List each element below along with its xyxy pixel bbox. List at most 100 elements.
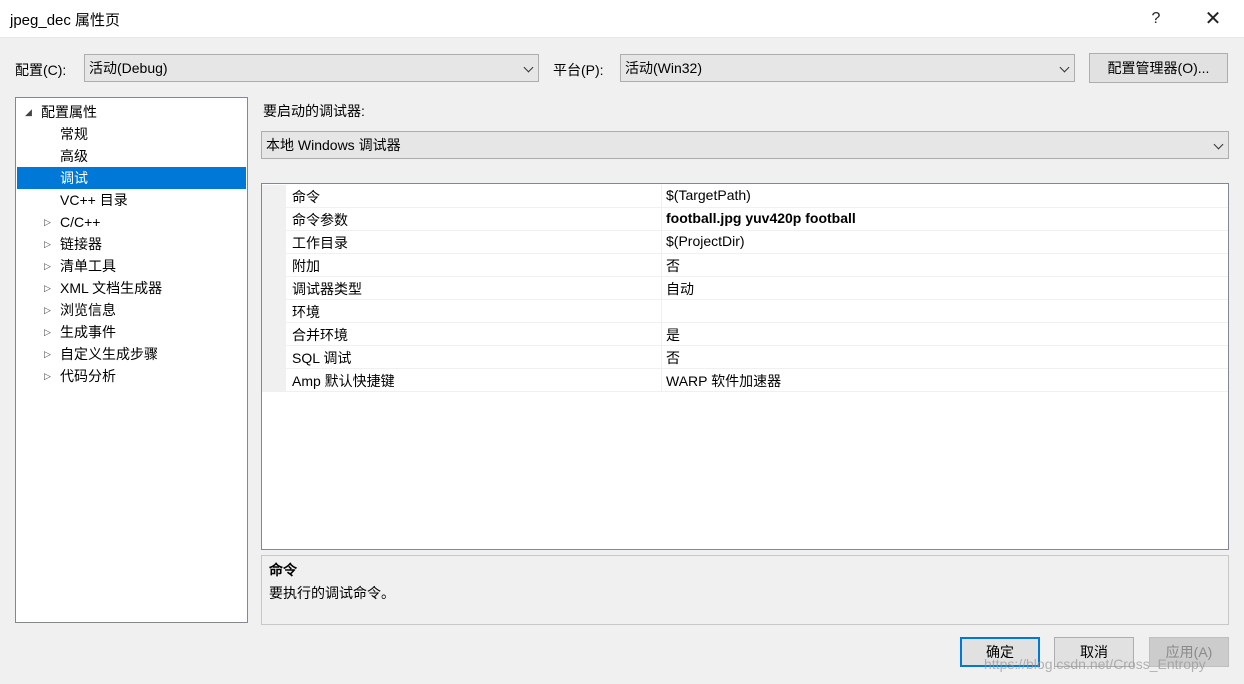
chevron-down-icon xyxy=(1213,139,1224,150)
property-name: Amp 默认快捷键 xyxy=(292,373,395,389)
debugger-select-value: 本地 Windows 调试器 xyxy=(266,137,401,153)
row-gutter xyxy=(262,254,286,277)
watermark: https://blog.csdn.net/Cross_Entropy xyxy=(984,656,1206,672)
property-name: 合并环境 xyxy=(292,327,348,343)
column-divider xyxy=(661,277,662,300)
row-gutter xyxy=(262,208,286,231)
row-gutter xyxy=(262,231,286,254)
expand-arrow-icon[interactable]: ▷ xyxy=(44,255,51,277)
expand-arrow-icon[interactable]: ▷ xyxy=(44,321,51,343)
platform-select[interactable]: 活动(Win32) xyxy=(620,54,1075,82)
property-row[interactable]: 命令参数 football.jpg yuv420p football xyxy=(262,208,1228,231)
column-divider xyxy=(661,300,662,323)
property-name: 环境 xyxy=(292,304,320,320)
help-button[interactable]: ? xyxy=(1141,6,1171,32)
property-row[interactable]: 调试器类型 自动 xyxy=(262,277,1228,300)
tree-item[interactable]: ▷ 链接器 xyxy=(17,233,246,255)
property-row[interactable]: 工作目录 $(ProjectDir) xyxy=(262,231,1228,254)
chevron-down-icon xyxy=(1059,62,1070,73)
property-grid: 命令 $(TargetPath) 命令参数 football.jpg yuv420p … xyxy=(261,183,1229,550)
tree-item[interactable]: 调试 xyxy=(17,167,246,189)
property-value[interactable]: 否 xyxy=(666,348,680,368)
property-value[interactable]: 否 xyxy=(666,256,680,276)
row-gutter xyxy=(262,369,286,392)
tree-item-label: 常规 xyxy=(60,126,88,142)
property-row[interactable]: SQL 调试 否 xyxy=(262,346,1228,369)
property-name: SQL 调试 xyxy=(292,350,352,366)
property-row[interactable]: 合并环境 是 xyxy=(262,323,1228,346)
row-gutter xyxy=(262,323,286,346)
tree-item-label: 高级 xyxy=(60,148,88,164)
config-select-value: 活动(Debug) xyxy=(89,60,168,76)
column-divider xyxy=(661,323,662,346)
config-manager-button[interactable]: 配置管理器(O)... xyxy=(1089,53,1228,83)
window-title: jpeg_dec 属性页 xyxy=(10,12,121,29)
expand-arrow-icon[interactable]: ▷ xyxy=(44,211,51,233)
description-pane: 命令 要执行的调试命令。 xyxy=(261,555,1229,625)
config-label: 配置(C): xyxy=(15,62,67,78)
property-value[interactable]: WARP 软件加速器 xyxy=(666,371,781,391)
property-value[interactable]: 是 xyxy=(666,325,680,345)
property-value[interactable]: $(ProjectDir) xyxy=(666,233,745,249)
expand-arrow-icon[interactable]: ▷ xyxy=(44,365,51,387)
expand-arrow-icon[interactable]: ▷ xyxy=(44,343,51,365)
tree-item-label: 自定义生成步骤 xyxy=(60,346,158,362)
property-name: 附加 xyxy=(292,258,320,274)
tree-item-label: 生成事件 xyxy=(60,324,116,340)
property-row[interactable]: 命令 $(TargetPath) xyxy=(262,185,1228,208)
tree-item-label: C/C++ xyxy=(60,214,101,230)
property-name: 调试器类型 xyxy=(292,281,362,297)
expand-arrow-icon[interactable]: ▷ xyxy=(44,299,51,321)
property-tree: ◢ 配置属性常规高级调试 VC++ 目录 ▷ C/C++ ▷ 链接器 ▷ 清单工具 ▷ XML 文档… xyxy=(15,97,248,623)
tree-item[interactable]: ▷ 清单工具 xyxy=(17,255,246,277)
property-name: 工作目录 xyxy=(292,235,348,251)
row-gutter xyxy=(262,346,286,369)
row-gutter xyxy=(262,300,286,323)
tree-item-label: VC++ 目录 xyxy=(60,192,128,208)
tree-item[interactable]: 高级 xyxy=(17,145,246,167)
debugger-select[interactable]: 本地 Windows 调试器 xyxy=(261,131,1229,159)
tree-item-label: 代码分析 xyxy=(60,368,116,384)
tree-item-label: 配置属性 xyxy=(41,104,97,120)
tree-item[interactable]: 常规 xyxy=(17,123,246,145)
config-select[interactable]: 活动(Debug) xyxy=(84,54,539,82)
column-divider xyxy=(661,254,662,277)
tree-item[interactable]: ▷ C/C++ xyxy=(17,211,246,233)
property-row[interactable]: 附加 否 xyxy=(262,254,1228,277)
column-divider xyxy=(661,208,662,231)
property-row[interactable]: Amp 默认快捷键 WARP 软件加速器 xyxy=(262,369,1228,392)
tree-item-label: 浏览信息 xyxy=(60,302,116,318)
property-value[interactable]: $(TargetPath) xyxy=(666,187,751,203)
tree-item[interactable]: ◢ 配置属性 xyxy=(17,101,246,123)
column-divider xyxy=(661,231,662,254)
property-name: 命令 xyxy=(292,189,320,205)
debugger-label: 要启动的调试器: xyxy=(263,103,365,119)
platform-label: 平台(P): xyxy=(553,62,604,78)
chevron-down-icon xyxy=(523,62,534,73)
property-row[interactable]: 环境 xyxy=(262,300,1228,323)
tree-item[interactable]: ▷ 代码分析 xyxy=(17,365,246,387)
description-title: 命令 xyxy=(269,562,297,578)
expand-arrow-icon[interactable]: ▷ xyxy=(44,233,51,255)
row-gutter xyxy=(262,277,286,300)
column-divider xyxy=(661,346,662,369)
tree-item[interactable]: VC++ 目录 xyxy=(17,189,246,211)
tree-item-label: XML 文档生成器 xyxy=(60,280,163,296)
tree-item-label: 调试 xyxy=(60,170,88,186)
collapse-arrow-icon[interactable]: ◢ xyxy=(25,101,32,123)
property-value[interactable]: football.jpg yuv420p football xyxy=(666,210,856,226)
description-text: 要执行的调试命令。 xyxy=(269,585,395,601)
close-button[interactable]: ✕ xyxy=(1198,6,1228,32)
column-divider xyxy=(661,185,662,208)
platform-select-value: 活动(Win32) xyxy=(625,60,703,76)
property-value[interactable]: 自动 xyxy=(666,279,694,299)
row-gutter xyxy=(262,185,286,208)
tree-item[interactable]: ▷ 浏览信息 xyxy=(17,299,246,321)
tree-item[interactable]: ▷ 生成事件 xyxy=(17,321,246,343)
tree-item-label: 链接器 xyxy=(60,236,102,252)
property-name: 命令参数 xyxy=(292,212,348,228)
tree-item[interactable]: ▷ 自定义生成步骤 xyxy=(17,343,246,365)
tree-item[interactable]: ▷ XML 文档生成器 xyxy=(17,277,246,299)
expand-arrow-icon[interactable]: ▷ xyxy=(44,277,51,299)
tree-item-label: 清单工具 xyxy=(60,258,116,274)
